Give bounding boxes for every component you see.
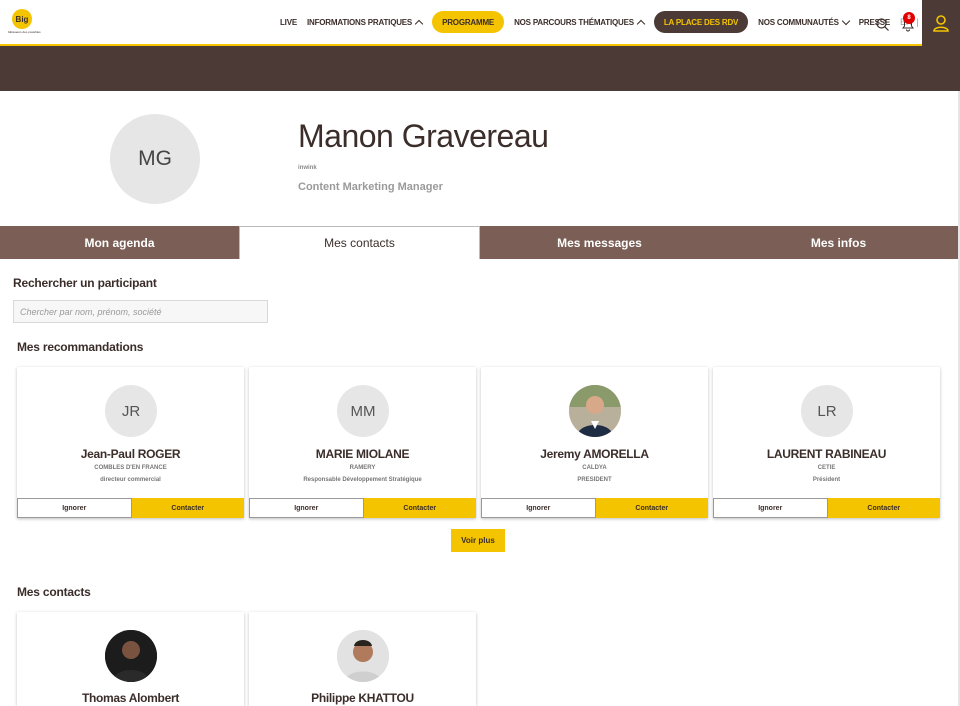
main-nav: LIVE INFORMATIONS PRATIQUES PROGRAMME NO…: [280, 10, 943, 34]
avatar: MM: [337, 385, 389, 437]
profile-company: inwink: [298, 165, 317, 171]
avatar: LR: [801, 385, 853, 437]
card-actions: Ignorer Contacter: [17, 498, 244, 518]
nav-communautes[interactable]: NOS COMMUNAUTÉS: [758, 16, 850, 27]
ignore-button[interactable]: Ignorer: [713, 498, 828, 518]
avatar-photo: [337, 630, 389, 682]
chevron-up-icon: [414, 19, 424, 28]
user-account-button[interactable]: [922, 0, 960, 46]
person-photo-icon: [105, 630, 157, 682]
contact-button[interactable]: Contacter: [363, 498, 476, 518]
contact-button[interactable]: Contacter: [131, 498, 244, 518]
recommendation-card: JR Jean-Paul ROGER COMBLES D'EN FRANCE d…: [17, 367, 244, 518]
contact-name[interactable]: Thomas Alombert: [17, 691, 244, 705]
tab-mon-agenda[interactable]: Mon agenda: [0, 226, 239, 259]
nav-communautes-label: NOS COMMUNAUTÉS: [758, 17, 839, 27]
recommendation-card: MM MARIE MIOLANE RAMERY Responsable Déve…: [249, 367, 476, 518]
avatar: JR: [105, 385, 157, 437]
logo-tagline: bâtisseurs des possibles: [8, 30, 41, 34]
recommendation-card: LR LAURENT RABINEAU CETIE Président Igno…: [713, 367, 940, 518]
recommendation-card: Jeremy AMORELLA CALDYA PRESIDENT Ignorer…: [481, 367, 708, 518]
nav-place-des-rdv[interactable]: LA PLACE DES RDV: [653, 11, 749, 33]
chevron-down-icon: [841, 16, 850, 25]
avatar-photo: [105, 630, 157, 682]
profile-role: Content Marketing Manager: [298, 181, 443, 193]
tab-mes-messages[interactable]: Mes messages: [480, 226, 719, 259]
nav-informations-pratiques[interactable]: INFORMATIONS PRATIQUES: [306, 17, 424, 28]
ignore-button[interactable]: Ignorer: [481, 498, 596, 518]
ignore-button[interactable]: Ignorer: [249, 498, 364, 518]
nav-programme-label: PROGRAMME: [442, 17, 495, 27]
contact-company: RAMERY: [349, 465, 376, 471]
card-actions: Ignorer Contacter: [249, 498, 476, 518]
nav-parcours-label: NOS PARCOURS THÉMATIQUES: [514, 17, 634, 27]
big-logo[interactable]: Big bâtisseurs des possibles: [8, 9, 41, 37]
search-icon[interactable]: [876, 18, 889, 31]
contact-card: Philippe KHATTOU: [249, 612, 476, 706]
contact-name[interactable]: MARIE MIOLANE: [249, 447, 476, 461]
user-icon: [933, 15, 949, 32]
voir-plus-button[interactable]: Voir plus: [451, 529, 505, 552]
nav-live-label: LIVE: [280, 17, 297, 27]
tab-mes-contacts[interactable]: Mes contacts: [239, 226, 480, 259]
contact-card: Thomas Alombert: [17, 612, 244, 706]
contact-role: Responsable Développement Stratégique: [303, 477, 422, 483]
contact-button[interactable]: Contacter: [595, 498, 708, 518]
notification-badge: 8: [903, 12, 915, 24]
ignore-button[interactable]: Ignorer: [17, 498, 132, 518]
tab-mes-infos[interactable]: Mes infos: [719, 226, 958, 259]
logo-mark: Big: [12, 9, 32, 29]
participant-search-input[interactable]: [13, 300, 268, 323]
contact-role: directeur commercial: [100, 477, 161, 483]
contact-name[interactable]: Philippe KHATTOU: [249, 691, 476, 705]
person-photo-icon: [337, 630, 389, 682]
contact-name[interactable]: Jean-Paul ROGER: [17, 447, 244, 461]
contacts-title: Mes contacts: [17, 585, 91, 599]
search-label: Rechercher un participant: [13, 276, 157, 290]
recommendations-title: Mes recommandations: [17, 340, 144, 354]
nav-live[interactable]: LIVE: [280, 18, 297, 27]
header-banner: [0, 46, 960, 91]
nav-parcours-thematiques[interactable]: NOS PARCOURS THÉMATIQUES: [514, 17, 646, 28]
profile-name: Manon Gravereau: [298, 118, 549, 154]
card-actions: Ignorer Contacter: [481, 498, 708, 518]
card-actions: Ignorer Contacter: [713, 498, 940, 518]
contact-company: COMBLES D'EN FRANCE: [94, 465, 167, 471]
nav-programme[interactable]: PROGRAMME: [432, 11, 505, 33]
person-photo-icon: [569, 385, 621, 437]
nav-infos-label: INFORMATIONS PRATIQUES: [306, 17, 413, 27]
contact-button[interactable]: Contacter: [827, 498, 940, 518]
contact-name[interactable]: LAURENT RABINEAU: [713, 447, 940, 461]
nav-place-rdv-label: LA PLACE DES RDV: [663, 17, 739, 27]
contact-name[interactable]: Jeremy AMORELLA: [481, 447, 708, 461]
contact-company: CETIE: [817, 465, 836, 471]
contact-role: PRESIDENT: [577, 477, 612, 483]
avatar-photo: [569, 385, 621, 437]
contact-company: CALDYA: [582, 465, 607, 471]
lang-separator: |: [916, 17, 919, 27]
chevron-up-icon: [636, 19, 646, 28]
top-navigation-bar: Big bâtisseurs des possibles LIVE INFORM…: [0, 0, 960, 46]
profile-avatar: MG: [110, 114, 200, 204]
contact-role: Président: [812, 477, 841, 483]
profile-tabs: Mon agenda Mes contacts Mes messages Mes…: [0, 226, 958, 259]
